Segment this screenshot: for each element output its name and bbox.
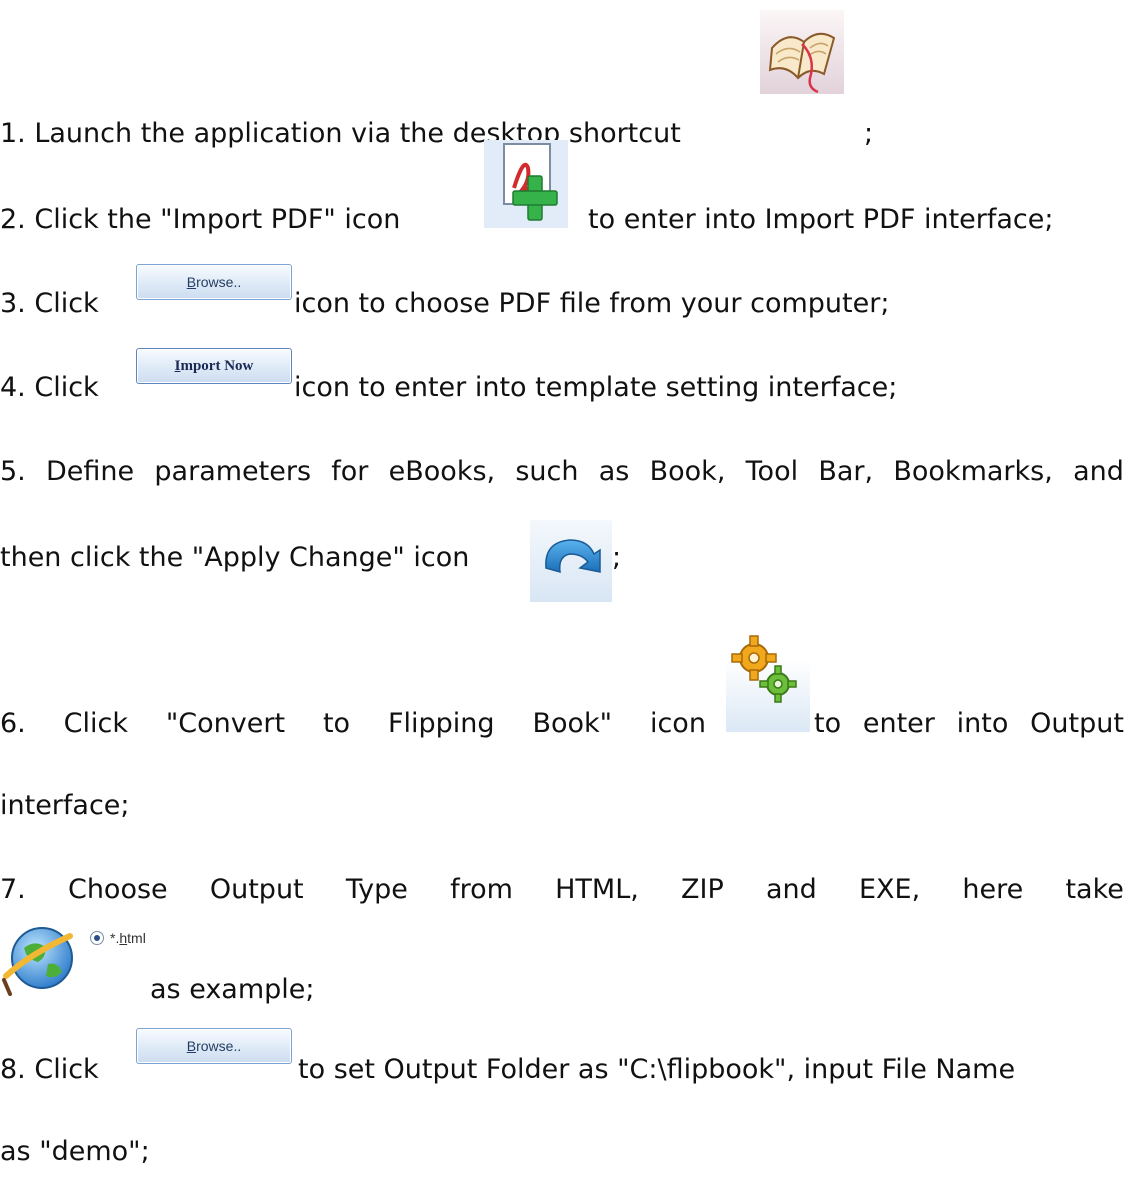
step-6-word: enter <box>862 708 935 739</box>
step-5-word: Tool <box>745 456 799 487</box>
step-6-word: to <box>322 708 351 739</box>
html-radio-option[interactable]: *.html <box>90 930 146 946</box>
step-5-word: Bar, <box>818 456 874 487</box>
step-8-text-post: to set Output Folder as "C:\flipbook", i… <box>298 1054 1016 1085</box>
step-7-text-line-2: as example; <box>150 974 315 1005</box>
step-4-text-post: icon to enter into template setting inte… <box>294 372 898 403</box>
step-7-word: from <box>450 874 513 905</box>
step-7-line-1: 7. Choose Output Type from HTML, ZIP and EXE, her… <box>0 872 1124 908</box>
browse-output-label: rowse.. <box>196 1038 242 1054</box>
browse-button-label: rowse.. <box>196 274 242 290</box>
step-5-word: Define <box>46 456 135 487</box>
step-6-word: Click <box>63 708 128 739</box>
html-radio-rest: tml <box>127 930 146 946</box>
radio-selected-dot <box>94 935 100 941</box>
step-7-word: 7. <box>0 874 26 905</box>
step-2-text-post: to enter into Import PDF interface; <box>588 204 1054 235</box>
step-5-word: and <box>1073 456 1124 487</box>
step-6-word: to <box>814 708 842 739</box>
step-7-word: take <box>1065 874 1124 905</box>
browse-button[interactable]: Browse.. <box>136 264 292 300</box>
step-1-text: 1. Launch the application via the deskto… <box>0 118 681 149</box>
open-book-icon <box>758 8 846 96</box>
step-4-text-pre: 4. Click <box>0 372 99 403</box>
step-7-word: Choose <box>67 874 168 905</box>
step-8-text-pre: 8. Click <box>0 1054 99 1085</box>
pdf-add-icon[interactable] <box>484 140 568 228</box>
step-5-word: such <box>515 456 579 487</box>
step-5-word: parameters <box>154 456 312 487</box>
step-7-word: HTML, <box>555 874 639 905</box>
step-8-text-line-2: as "demo"; <box>0 1136 150 1167</box>
step-5-word: 5. <box>0 456 26 487</box>
step-5-line-1: 5. Define parameters for eBooks, such as Book, T… <box>0 454 1124 490</box>
step-5-word: eBooks, <box>388 456 496 487</box>
step-3-text-post: icon to choose PDF file from your comput… <box>294 288 890 319</box>
step-3-text-pre: 3. Click <box>0 288 99 319</box>
step-7-word: Type <box>345 874 408 905</box>
import-now-button[interactable]: Import Now <box>136 348 292 384</box>
step-7-word: and <box>766 874 817 905</box>
step-5-word: Bookmarks, <box>893 456 1053 487</box>
html-radio-label: *.html <box>110 930 146 946</box>
gears-icon[interactable] <box>726 634 810 732</box>
step-5-word: Book, <box>649 456 726 487</box>
apply-change-icon[interactable] <box>530 520 612 602</box>
step-6-text-b: to enter into Output <box>814 706 1124 742</box>
browse-output-button[interactable]: Browse.. <box>136 1028 292 1064</box>
step-6-word: Flipping <box>387 708 495 739</box>
step-6-text-a: 6. Click "Convert to Flipping Book" icon <box>0 706 706 742</box>
step-5-word: for <box>331 456 369 487</box>
step-7-word: here <box>962 874 1024 905</box>
html-radio-prefix: *. <box>110 930 120 946</box>
step-6-text-line-2: interface; <box>0 790 130 821</box>
step-7-word: ZIP <box>681 874 724 905</box>
step-5-tail: ; <box>612 542 622 573</box>
step-6-word: Book" <box>532 708 613 739</box>
step-5-word: as <box>598 456 630 487</box>
step-7-word: EXE, <box>859 874 921 905</box>
step-6-word: "Convert <box>165 708 286 739</box>
html-radio-button[interactable] <box>90 931 104 945</box>
step-2-text-pre: 2. Click the "Import PDF" icon <box>0 204 401 235</box>
step-5-text: then click the "Apply Change" icon <box>0 542 470 573</box>
step-7-word: Output <box>209 874 304 905</box>
step-6-word: into <box>956 708 1009 739</box>
html-radio-mnemonic: h <box>119 930 128 946</box>
step-6-word: icon <box>649 708 706 739</box>
browse-output-mnemonic: B <box>186 1038 197 1054</box>
globe-icon <box>0 918 80 1004</box>
step-1-tail: ; <box>864 118 874 149</box>
step-6-word: 6. <box>0 708 26 739</box>
step-6-word: Output <box>1030 708 1124 739</box>
browse-button-mnemonic: B <box>186 274 197 290</box>
import-now-label: mport Now <box>180 357 254 374</box>
